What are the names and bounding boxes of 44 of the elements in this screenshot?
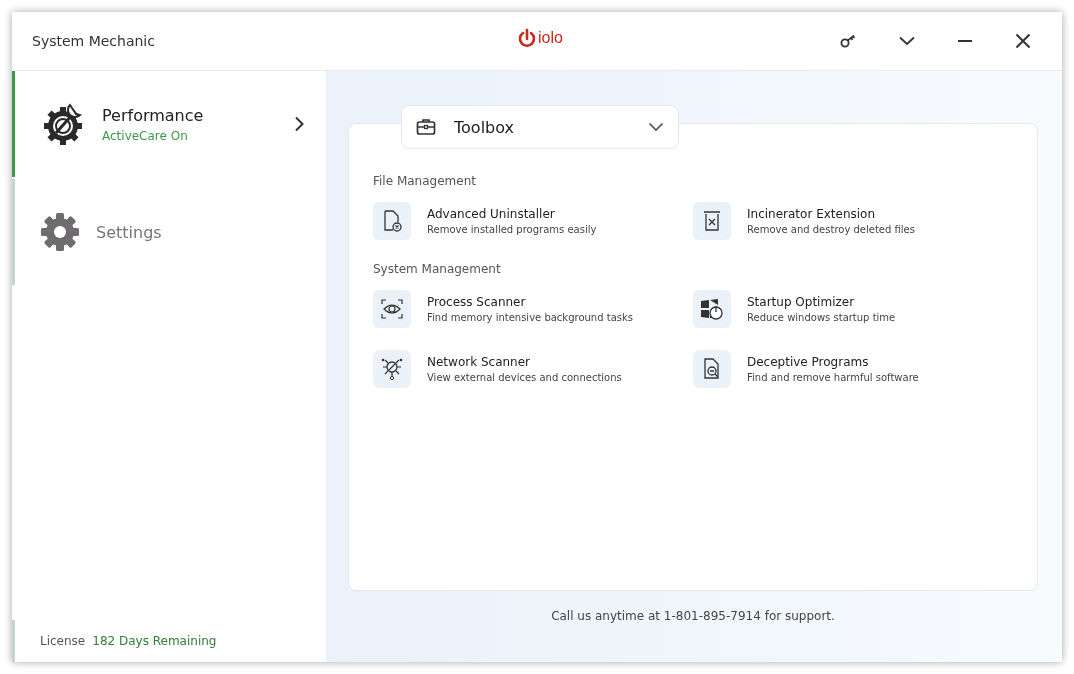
window-title: System Mechanic	[32, 33, 155, 49]
nav-label: Performance	[102, 105, 205, 125]
nav-label: Settings	[96, 222, 163, 242]
activecare-status: ActiveCare On	[102, 128, 189, 143]
tool-name: Deceptive Programs	[747, 355, 870, 369]
tool-item[interactable]: Process Scanner Find memory intensive background tasks	[373, 290, 693, 328]
chevron-right-icon	[294, 116, 304, 132]
chevron-down-icon	[648, 122, 664, 132]
tool-description: Remove installed programs easily	[427, 224, 597, 235]
tool-description: Reduce windows startup time	[747, 312, 896, 323]
tool-item[interactable]: Deceptive Programs Find and remove harmful software	[693, 350, 1013, 388]
tool-name: Process Scanner	[427, 295, 527, 309]
tool-item[interactable]: Network Scanner View external devices and connections	[373, 350, 693, 388]
document-x-icon	[382, 210, 402, 232]
brand-logo: iolo	[538, 29, 563, 47]
tool-name: Network Scanner	[427, 355, 531, 369]
tool-item[interactable]: Advanced Uninstaller Remove installed programs easily	[373, 202, 693, 240]
document-search-icon	[702, 358, 722, 380]
power-logo-icon	[518, 28, 536, 48]
windows-power-icon	[700, 298, 724, 320]
tool-description: Find and remove harmful software	[747, 372, 919, 383]
bin-x-icon	[703, 210, 721, 232]
tool-name: Incinerator Extension	[747, 207, 877, 221]
license-label: License	[40, 634, 86, 648]
license-days-remaining: 182 Days Remaining	[92, 634, 217, 648]
chevron-down-icon	[899, 36, 915, 46]
tool-name: Startup Optimizer	[747, 295, 856, 309]
briefcase-icon	[416, 118, 436, 136]
key-icon	[840, 34, 858, 48]
eye-scan-icon	[381, 299, 403, 319]
toolbox-dropdown[interactable]: Toolbox	[401, 105, 679, 149]
network-bug-icon	[380, 357, 404, 381]
close-icon	[1015, 33, 1031, 49]
tool-item[interactable]: Incinerator Extension Remove and destroy deleted files	[693, 202, 1013, 240]
gear-icon	[40, 212, 80, 252]
tool-name: Advanced Uninstaller	[427, 207, 556, 221]
support-text: Call us anytime at 1-801-895-7914 for support.	[550, 609, 836, 623]
tool-description: Find memory intensive background tasks	[427, 312, 633, 323]
minimize-icon	[957, 39, 973, 43]
tool-description: View external devices and connections	[427, 372, 622, 383]
tool-item[interactable]: Startup Optimizer Reduce windows startup time	[693, 290, 1013, 328]
tool-description: Remove and destroy deleted files	[747, 224, 915, 235]
section-heading: File Management	[373, 174, 477, 188]
section-heading: System Management	[373, 262, 502, 276]
